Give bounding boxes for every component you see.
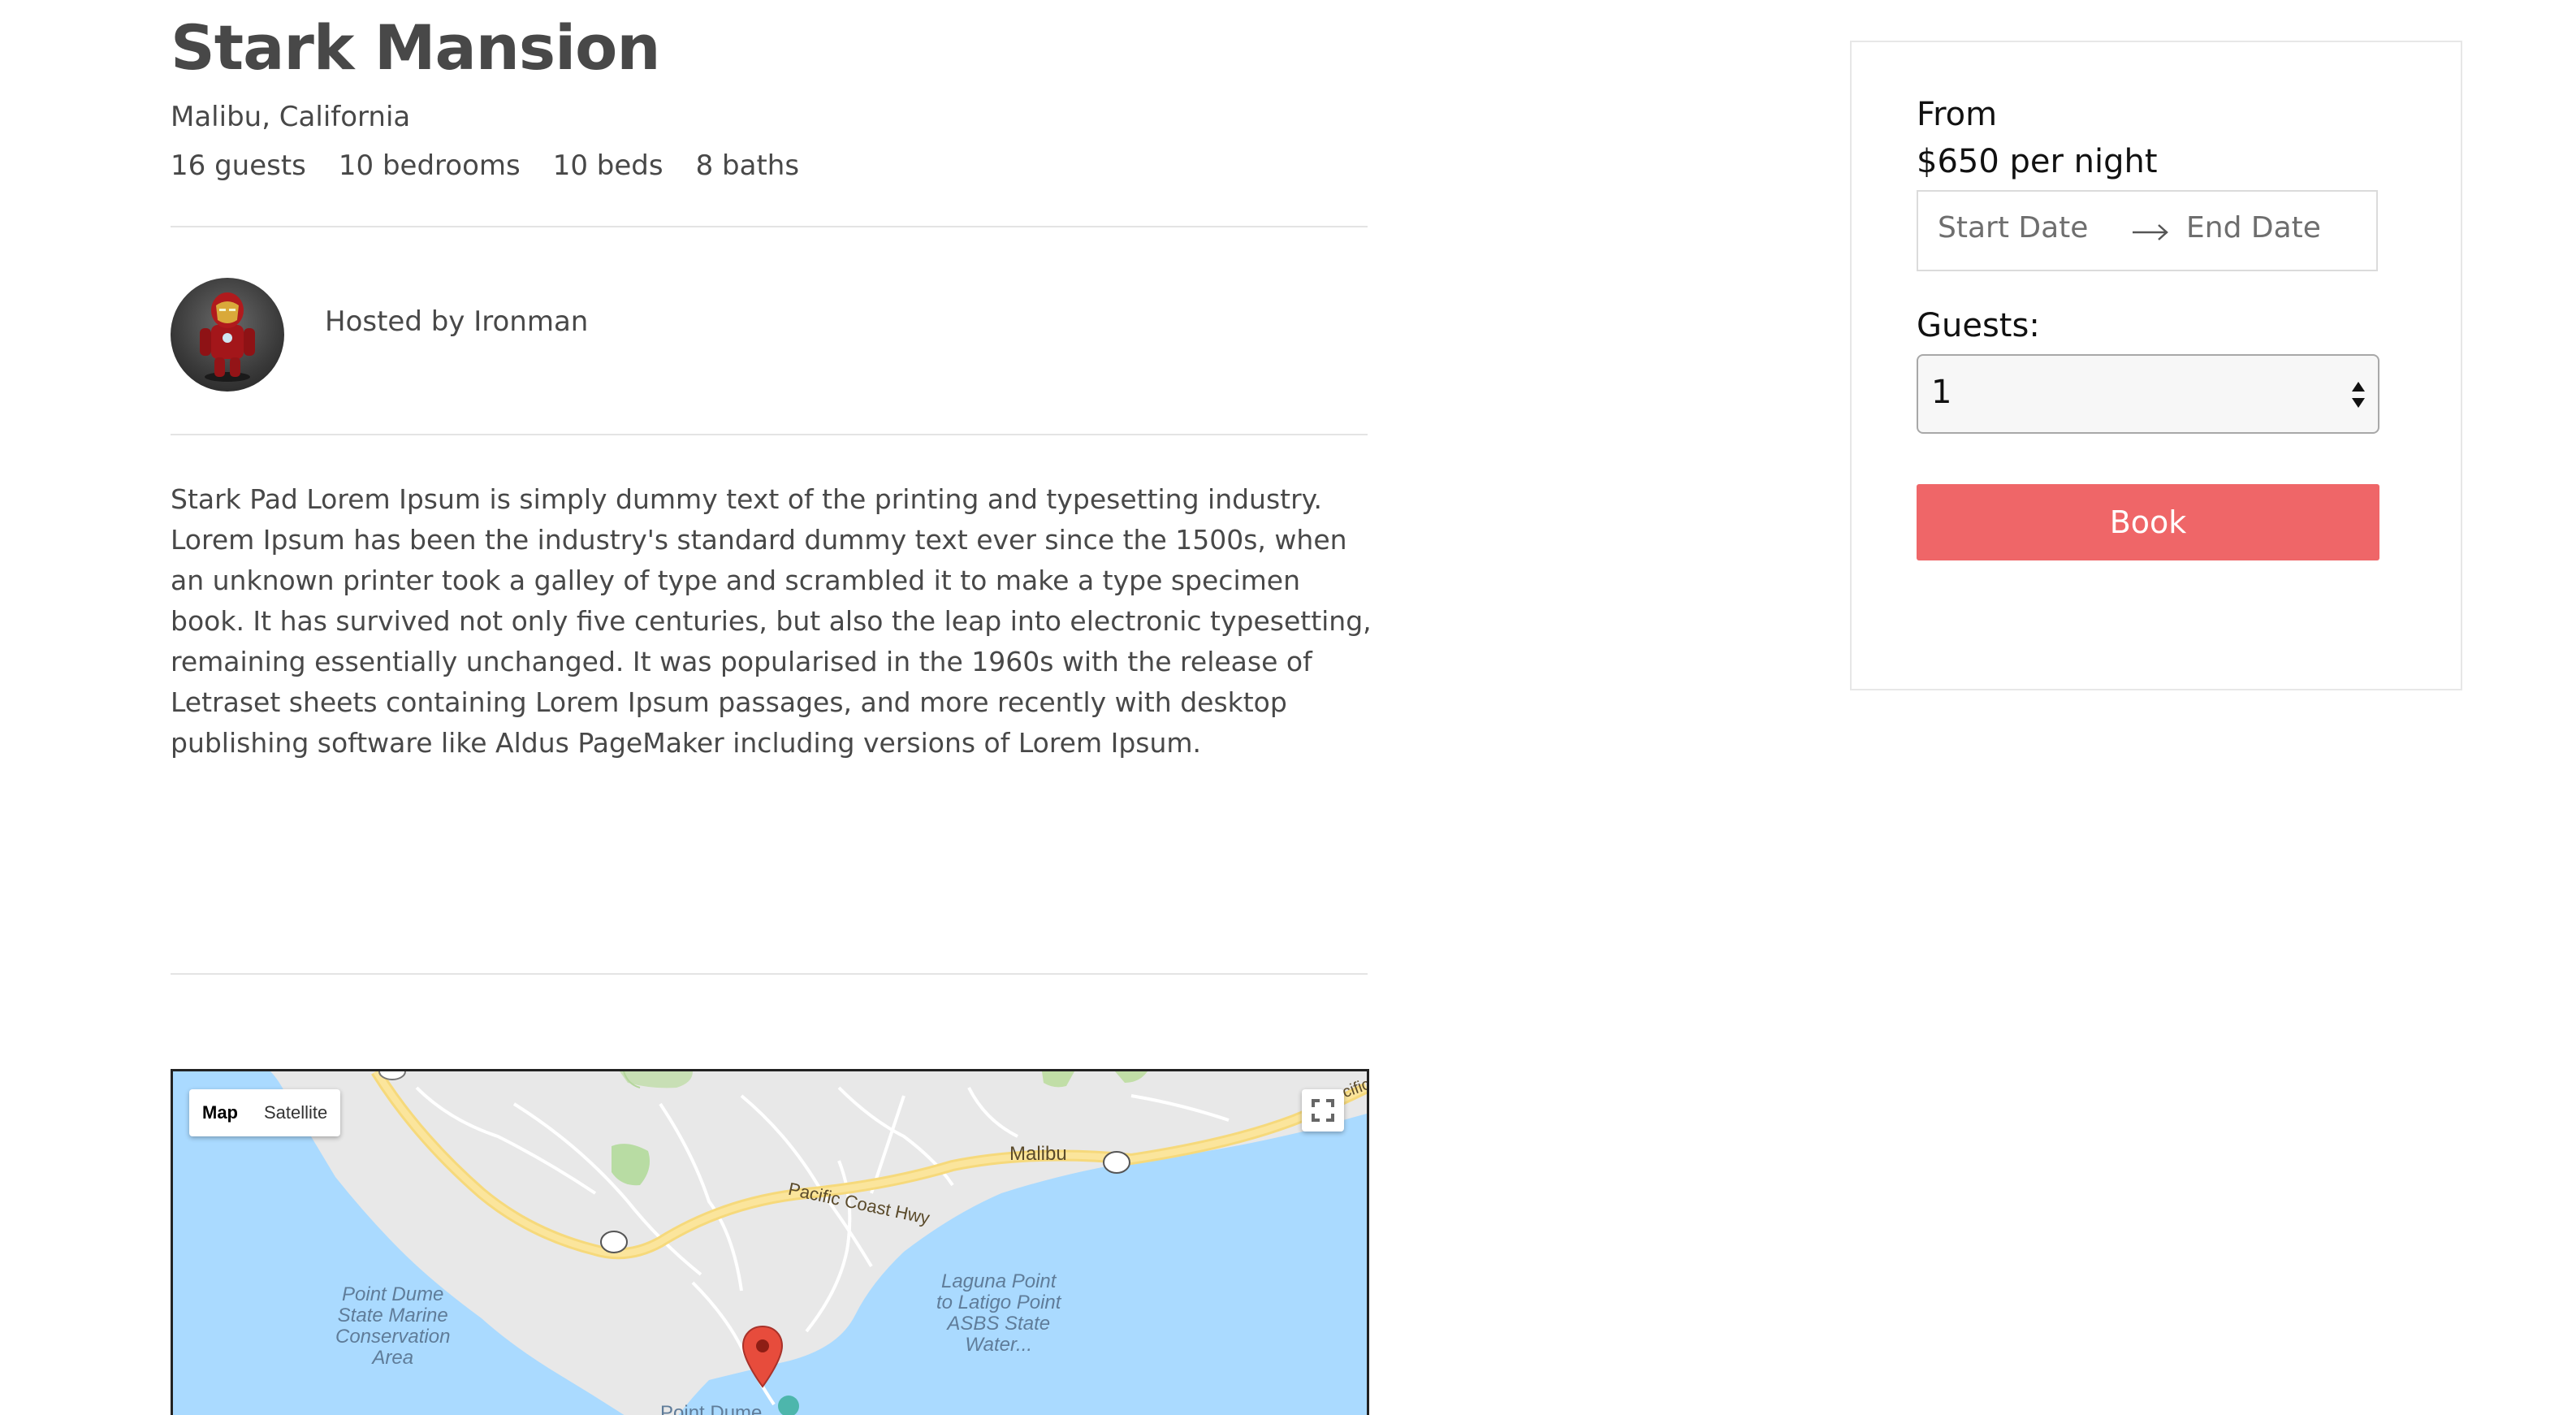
price-per-night: $650 per night: [1917, 143, 2158, 180]
guests-count: 16 guests: [171, 149, 306, 182]
divider: [171, 434, 1368, 435]
listing-location: Malibu, California: [171, 101, 411, 133]
host-section: Hosted by Ironman: [171, 278, 1368, 392]
host-avatar[interactable]: [171, 278, 284, 392]
route-1-shield: [600, 1231, 628, 1253]
point-dume-label: Point Dume: [660, 1402, 763, 1415]
malibu-label: Malibu: [1009, 1143, 1067, 1165]
fullscreen-button[interactable]: [1302, 1089, 1344, 1132]
listing-title: Stark Mansion: [171, 11, 660, 84]
stepper-arrows-icon[interactable]: [2350, 379, 2366, 411]
map-pin-icon[interactable]: [741, 1325, 784, 1390]
listing-page: Stark Mansion Malibu, California 16 gues…: [0, 0, 2576, 1415]
arrow-right-icon: [2133, 224, 2168, 240]
map-type-satellite-button[interactable]: Satellite: [251, 1089, 340, 1136]
map-type-control: Map Satellite: [189, 1089, 341, 1136]
guests-label: Guests:: [1917, 307, 2040, 344]
guests-select-value: 1: [1931, 374, 1952, 411]
booking-card: From $650 per night Start Date End Date …: [1850, 41, 2462, 690]
map-type-map-button[interactable]: Map: [189, 1089, 251, 1136]
start-date-input[interactable]: Start Date: [1938, 211, 2088, 244]
hosted-by-label: Hosted by Ironman: [325, 305, 589, 338]
location-map[interactable]: Map Satellite Malibu Pacific Coast Hwy c…: [171, 1069, 1369, 1415]
listing-stats: 16 guests 10 bedrooms 10 beds 8 baths: [171, 149, 799, 182]
laguna-point-label: Laguna Point to Latigo Point ASBS State …: [936, 1270, 1061, 1356]
listing-description: Stark Pad Lorem Ipsum is simply dummy te…: [171, 483, 1372, 759]
date-range-picker: Start Date End Date: [1917, 190, 2378, 271]
ironman-figure-icon: [200, 292, 255, 382]
fullscreen-icon: [1312, 1099, 1334, 1122]
beds-count: 10 beds: [552, 149, 663, 182]
bedrooms-count: 10 bedrooms: [338, 149, 521, 182]
book-button[interactable]: Book: [1917, 484, 2379, 560]
baths-count: 8 baths: [695, 149, 800, 182]
guests-select[interactable]: 1: [1917, 354, 2379, 434]
divider: [171, 973, 1368, 975]
price-from-label: From: [1917, 96, 1998, 133]
end-date-input[interactable]: End Date: [2186, 211, 2321, 244]
point-dume-marine-label: Point Dume State Marine Conservation Are…: [335, 1283, 451, 1369]
divider: [171, 226, 1368, 227]
